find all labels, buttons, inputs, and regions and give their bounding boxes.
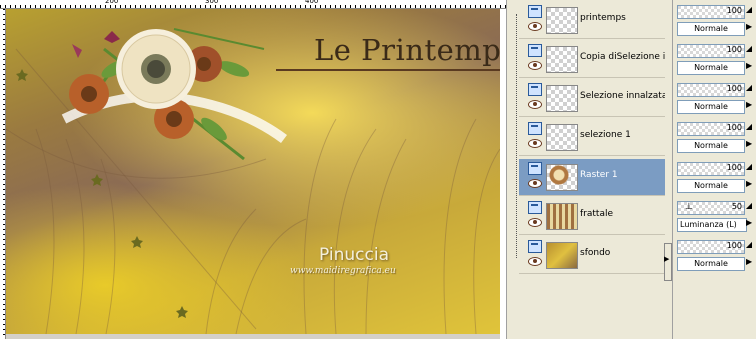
- eye-visibility-icon[interactable]: [528, 179, 542, 188]
- blend-mode-select[interactable]: Normale: [677, 61, 745, 75]
- raster-layer-icon: [528, 162, 542, 175]
- opacity-value: 100: [726, 241, 742, 250]
- blend-mode-select[interactable]: Normale: [677, 100, 745, 114]
- dropdown-arrow-icon[interactable]: ▶: [746, 218, 752, 227]
- layer-name: frattale: [580, 209, 613, 219]
- opacity-spin-icon[interactable]: ◢: [745, 122, 753, 134]
- image-canvas[interactable]: Le Printemps Pinuccia www.maidiregrafica…: [6, 9, 500, 334]
- star-decoration-icon: [91, 174, 103, 186]
- blend-mode-select[interactable]: Luminanza (L): [677, 218, 747, 232]
- layer-name: Copia diSelezione in: [580, 52, 665, 62]
- layer-properties: 100 ◢ Normale ▶: [675, 159, 756, 195]
- layer-thumbnail: [546, 242, 578, 269]
- opacity-value: 100: [726, 45, 742, 54]
- ruler-label: 200: [105, 0, 119, 5]
- opacity-field[interactable]: 100: [677, 162, 745, 176]
- opacity-value: 100: [726, 163, 742, 172]
- watermark-name: Pinuccia: [319, 245, 389, 265]
- opacity-value: 50: [731, 202, 742, 211]
- canvas-title-text: Le Printemps: [314, 33, 500, 67]
- dropdown-arrow-icon[interactable]: ▶: [746, 61, 752, 70]
- raster-layer-icon: [528, 201, 542, 214]
- layer-thumbnail: [546, 46, 578, 73]
- opacity-spin-icon[interactable]: ◢: [745, 83, 753, 95]
- opacity-field[interactable]: 100: [677, 5, 745, 19]
- eye-visibility-icon[interactable]: [528, 61, 542, 70]
- opacity-field[interactable]: 100: [677, 240, 745, 254]
- opacity-value: 100: [726, 6, 742, 15]
- layer-name: sfondo: [580, 248, 611, 258]
- layer-properties: 100 ◢ Normale ▶: [675, 80, 756, 116]
- opacity-field[interactable]: ⊥ 50: [677, 201, 745, 215]
- opacity-spin-icon[interactable]: ◢: [745, 240, 753, 252]
- eye-visibility-icon[interactable]: [528, 218, 542, 227]
- opacity-value: 100: [726, 84, 742, 93]
- image-canvas-area: 200 300 400 Le Printemps Pinuccia www.ma…: [0, 0, 506, 339]
- panel-expand-button[interactable]: [664, 243, 672, 281]
- blend-mode-select[interactable]: Normale: [677, 257, 745, 271]
- raster-layer-icon: [528, 240, 542, 253]
- raster-layer-icon: [528, 5, 542, 18]
- horizontal-ruler: 200 300 400: [0, 0, 506, 9]
- opacity-spin-icon[interactable]: ◢: [745, 201, 753, 213]
- layer-name: Raster 1: [580, 170, 618, 180]
- eye-visibility-icon[interactable]: [528, 139, 542, 148]
- layer-row-printemps[interactable]: printemps: [519, 2, 665, 39]
- raster-layer-icon: [528, 122, 542, 135]
- layer-row-sfondo[interactable]: sfondo: [519, 237, 665, 274]
- layer-row-copia[interactable]: Copia diSelezione in: [519, 41, 665, 78]
- layer-name: Selezione innalzata: [580, 91, 665, 101]
- dropdown-arrow-icon[interactable]: ▶: [746, 139, 752, 148]
- layer-tree-line: [516, 14, 518, 258]
- opacity-spin-icon[interactable]: ◢: [745, 5, 753, 17]
- layer-thumbnail: [546, 124, 578, 151]
- title-underline: [276, 69, 500, 71]
- dropdown-arrow-icon[interactable]: ▶: [746, 22, 752, 31]
- opacity-field[interactable]: 100: [677, 83, 745, 97]
- dropdown-arrow-icon[interactable]: ▶: [746, 179, 752, 188]
- blend-mode-select[interactable]: Normale: [677, 139, 745, 153]
- layer-properties: 100 ◢ Normale ▶: [675, 119, 756, 155]
- layer-thumbnail: [546, 203, 578, 230]
- opacity-spin-icon[interactable]: ◢: [745, 162, 753, 174]
- blend-mode-select[interactable]: Normale: [677, 179, 745, 193]
- watermark-url: www.maidiregrafica.eu: [290, 266, 396, 276]
- layer-row-raster-1[interactable]: Raster 1: [519, 159, 665, 196]
- raster-layer-icon: [528, 44, 542, 57]
- ruler-label: 400: [305, 0, 319, 5]
- star-decoration-icon: [16, 69, 28, 81]
- eye-visibility-icon[interactable]: [528, 22, 542, 31]
- opacity-slider-marker-icon[interactable]: ⊥: [685, 202, 693, 212]
- star-decoration-icon: [131, 236, 143, 248]
- layer-properties: 100 ◢ Normale ▶: [675, 237, 756, 273]
- raster-layer-icon: [528, 83, 542, 96]
- flower-bouquet-image: [61, 28, 287, 161]
- layer-name: printemps: [580, 13, 626, 23]
- layer-properties: 100 ◢ Normale ▶: [675, 2, 756, 38]
- star-decoration-icon: [176, 306, 188, 318]
- opacity-field[interactable]: 100: [677, 44, 745, 58]
- layer-thumbnail: [546, 85, 578, 112]
- opacity-value: 100: [726, 123, 742, 132]
- dropdown-arrow-icon[interactable]: ▶: [746, 100, 752, 109]
- opacity-field[interactable]: 100: [677, 122, 745, 136]
- layer-row-selezione-1[interactable]: selezione 1: [519, 119, 665, 156]
- layer-row-frattale[interactable]: frattale: [519, 198, 665, 235]
- dropdown-arrow-icon[interactable]: ▶: [746, 257, 752, 266]
- layer-properties: ⊥ 50 ◢ Luminanza (L) ▶: [675, 198, 756, 234]
- layer-thumbnail: [546, 7, 578, 34]
- layer-properties: 100 ◢ Normale ▶: [675, 41, 756, 77]
- layer-thumbnail: [546, 164, 578, 191]
- eye-visibility-icon[interactable]: [528, 257, 542, 266]
- layer-row-selezione-innalzata[interactable]: Selezione innalzata: [519, 80, 665, 117]
- opacity-spin-icon[interactable]: ◢: [745, 44, 753, 56]
- layer-name: selezione 1: [580, 130, 631, 140]
- eye-visibility-icon[interactable]: [528, 100, 542, 109]
- blend-mode-select[interactable]: Normale: [677, 22, 745, 36]
- ruler-label: 300: [205, 0, 219, 5]
